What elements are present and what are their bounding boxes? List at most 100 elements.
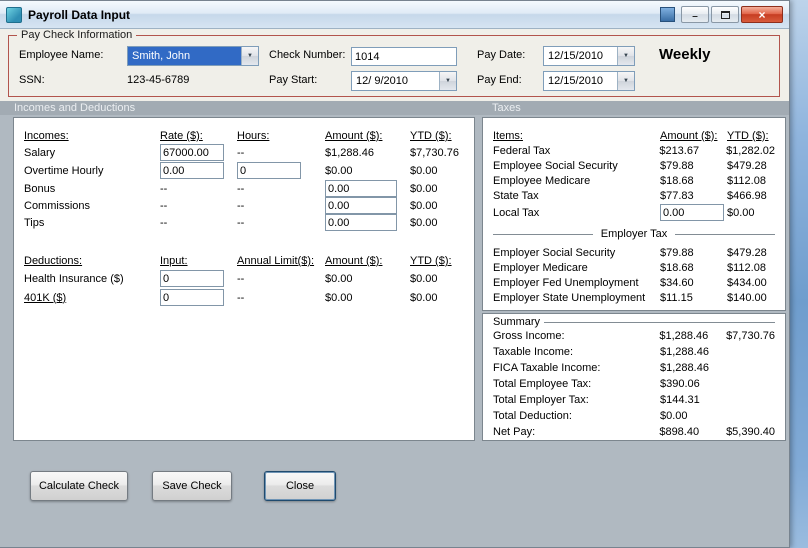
tax-amount: $18.68 [660,261,694,274]
employee-name-combobox[interactable]: Smith, John ▼ [127,46,259,66]
summary-label: FICA Taxable Income: [493,362,601,374]
chevron-down-icon: ▼ [247,53,253,59]
tax-item: State Tax [493,189,539,202]
col-amount: Amount ($): [325,130,383,142]
bonus-amount-cell [325,180,410,197]
window-controls: – × [660,6,783,23]
pay-end-value[interactable]: 12/15/2010 [544,72,617,90]
summary-row-net-pay: Net Pay: $898.40 $5,390.40 [493,424,775,440]
tax-row: Employer State Unemployment $11.15 $140.… [493,290,775,305]
income-label: Bonus [24,182,56,195]
pay-end-picker[interactable]: 12/15/2010 ▼ [543,71,635,91]
summary-ytd: $7,730.76 [726,330,775,342]
overtime-hours-input[interactable] [237,162,301,179]
save-check-button[interactable]: Save Check [152,471,232,501]
col-tax-amount: Amount ($): [660,129,718,142]
summary-panel: Summary Gross Income: $1,288.46 $7,730.7… [482,313,786,441]
overtime-hours-cell [237,162,325,179]
employer-tax-separator: Employer Tax [493,225,775,243]
overtime-ytd: $0.00 [410,164,438,177]
k401-ytd: $0.00 [410,291,438,304]
tax-ytd: $1,282.02 [726,144,775,157]
tax-item: Employee Social Security [493,159,618,172]
deduction-row-health: Health Insurance ($) -- $0.00 $0.00 [24,269,474,288]
payroll-window: Payroll Data Input – × Pay Check Informa… [0,0,790,548]
calculate-check-button[interactable]: Calculate Check [30,471,128,501]
bonus-hours: -- [237,182,245,195]
tax-row: Employer Fed Unemployment $34.60 $434.00 [493,275,775,290]
col-tax-ytd: YTD ($): [727,129,769,142]
pay-start-value[interactable]: 12/ 9/2010 [352,72,439,90]
employee-name-dropdown-button[interactable]: ▼ [241,47,258,65]
tips-amount-cell [325,214,410,231]
summary-legend: Summary [493,316,541,328]
pay-date-value[interactable]: 12/15/2010 [544,47,617,65]
k401-input[interactable] [160,289,224,306]
summary-label: Net Pay: [493,426,536,438]
window-close-button[interactable]: × [741,6,783,23]
income-label: Commissions [24,199,91,212]
pay-date-picker[interactable]: 12/15/2010 ▼ [543,46,635,66]
separator-line [493,233,593,235]
col-items: Items: [493,129,523,142]
pay-end-dropdown-button[interactable]: ▼ [617,72,634,90]
pay-start-picker[interactable]: 12/ 9/2010 ▼ [351,71,457,91]
window-title: Payroll Data Input [28,7,131,22]
pay-end-label: Pay End: [477,74,522,86]
maximize-button[interactable] [711,6,739,23]
titlebar-accent [660,7,675,22]
commissions-amount-input[interactable] [325,197,397,214]
check-number-input[interactable] [351,47,457,66]
salary-amount: $1,288.46 [325,146,374,159]
col-annual-limit: Annual Limit($): [237,255,315,267]
col-ded-amount: Amount ($): [325,255,383,267]
overtime-rate-input[interactable] [160,162,224,179]
incomes-section-header: Incomes and Deductions [14,102,136,114]
employee-name-value[interactable]: Smith, John [128,47,241,65]
summary-row: Taxable Income: $1,288.46 [493,344,775,360]
salary-hours: -- [237,146,245,159]
local-tax-input[interactable] [660,204,724,221]
bonus-ytd: $0.00 [410,182,438,195]
bonus-rate: -- [160,182,168,195]
summary-amount: $0.00 [660,410,688,422]
tips-amount-input[interactable] [325,214,397,231]
pay-date-dropdown-button[interactable]: ▼ [617,47,634,65]
income-label: Overtime Hourly [24,164,104,177]
tax-item: Employer State Unemployment [493,291,646,304]
summary-ytd: $5,390.40 [726,426,775,438]
k401-limit: -- [237,291,245,304]
income-row-overtime: Overtime Hourly $0.00 $0.00 [24,161,474,180]
health-input-cell [160,270,237,287]
overtime-amount: $0.00 [325,164,353,177]
summary-label: Total Deduction: [493,410,572,422]
tips-hours: -- [237,216,245,229]
tax-row: Employer Social Security $79.88 $479.28 [493,245,775,260]
tax-row: Employee Social Security $79.88 $479.28 [493,158,775,173]
tax-amount: $79.88 [660,246,694,259]
titlebar[interactable]: Payroll Data Input – × [0,1,789,29]
tips-rate: -- [160,216,168,229]
lower-region: Incomes and Deductions Taxes Incomes: Ra… [0,101,789,547]
deduction-label-401k: 401K ($) [24,291,67,304]
tax-row: Employee Medicare $18.68 $112.08 [493,173,775,188]
close-form-button[interactable]: Close [264,471,336,501]
summary-label: Gross Income: [493,330,565,342]
col-input: Input: [160,255,188,267]
taxes-header-row: Items: Amount ($): YTD ($): [493,128,775,143]
salary-rate-input[interactable] [160,144,224,161]
tax-amount: $77.83 [660,189,694,202]
separator-line [675,233,775,235]
paycheck-info-legend: Pay Check Information [17,29,137,41]
income-label: Tips [24,216,45,229]
health-insurance-input[interactable] [160,270,224,287]
ssn-label: SSN: [19,74,45,86]
col-rate: Rate ($): [160,130,203,142]
tax-amount: $213.67 [659,144,700,157]
pay-start-dropdown-button[interactable]: ▼ [439,72,456,90]
minimize-button[interactable]: – [681,6,709,23]
health-limit: -- [237,272,245,285]
tax-ytd: $140.00 [727,291,767,304]
summary-label: Taxable Income: [493,346,574,358]
bonus-amount-input[interactable] [325,180,397,197]
